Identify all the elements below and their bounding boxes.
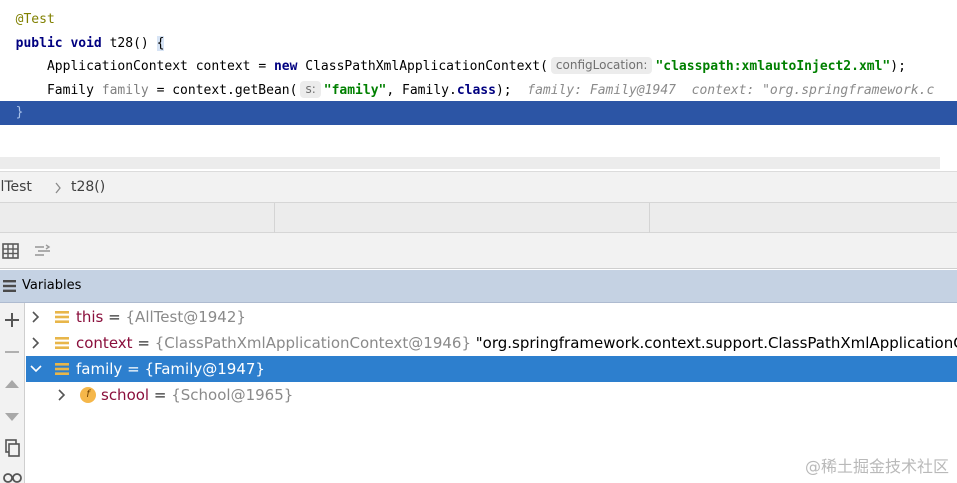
equals-sign: = — [108, 308, 121, 326]
variable-type: {School@1965} — [171, 386, 294, 404]
variable-name: this — [76, 308, 104, 326]
code-editor[interactable]: @Test public void t28() { ApplicationCon… — [0, 0, 957, 157]
close-brace: } — [15, 105, 24, 120]
chevron-right-icon[interactable] — [29, 336, 43, 350]
object-icon — [55, 337, 69, 349]
variables-title: Variables — [22, 278, 82, 293]
equals-sign: = — [127, 360, 140, 378]
constructor-call: ClassPathXmlApplicationContext( — [305, 59, 548, 74]
object-icon — [55, 363, 69, 375]
breadcrumb: AllTest t28() — [0, 171, 957, 202]
strip-cell-3[interactable] — [650, 203, 957, 233]
variable-value: "org.springframework.context.support.Cla… — [475, 334, 957, 352]
variables-side-toolbar — [0, 303, 25, 483]
chevron-right-icon[interactable] — [29, 310, 43, 324]
method-name: t28() — [109, 36, 149, 51]
family-class-ref: , Family. — [386, 83, 457, 98]
variable-type: {Family@1947} — [144, 360, 265, 378]
code-line-4: Family family = context.getBean(s: "famil… — [0, 79, 957, 102]
breadcrumb-method[interactable]: t28() — [71, 179, 105, 195]
editor-horizontal-scrollbar[interactable] — [0, 157, 940, 169]
strip-cell-1[interactable] — [0, 203, 275, 233]
test-annotation: @Test — [15, 12, 55, 27]
execution-line: } — [0, 101, 957, 125]
type-application-context: ApplicationContext — [46, 59, 188, 74]
variable-row-context[interactable]: context = {ClassPathXmlApplicationContex… — [26, 330, 957, 356]
debug-frames-strip — [0, 202, 957, 233]
variable-type: {AllTest@1942} — [125, 308, 246, 326]
arrow-up-icon[interactable] — [1, 373, 23, 395]
keyword-class: class — [456, 83, 496, 98]
debug-toolbar — [0, 233, 957, 269]
string-config-path: "classpath:xmlautoInject2.xml" — [655, 59, 891, 74]
field-icon: f — [80, 387, 96, 403]
arrow-down-icon[interactable] — [1, 405, 23, 427]
copy-icon[interactable] — [1, 437, 23, 459]
threads-icon[interactable] — [33, 241, 53, 261]
string-family: "family" — [323, 83, 387, 98]
chevron-down-icon[interactable] — [29, 362, 43, 376]
var-context: context — [195, 59, 251, 74]
minus-icon[interactable] — [1, 341, 23, 363]
param-hint-config-location: configLocation: — [550, 57, 653, 74]
variable-row-school[interactable]: f school = {School@1965} — [26, 382, 957, 408]
open-brace: { — [156, 36, 165, 51]
variables-panel-header: Variables — [0, 270, 957, 303]
chevron-right-icon — [55, 182, 61, 194]
menu-icon[interactable] — [3, 280, 16, 292]
statement-end: ); — [890, 59, 906, 74]
statement-end: ); — [495, 83, 512, 98]
variable-name: family — [76, 360, 123, 378]
object-icon — [55, 311, 69, 323]
assign-operator: = — [258, 59, 267, 74]
keyword-new: new — [273, 59, 298, 74]
keyword-public: public — [15, 36, 63, 51]
variable-type: {ClassPathXmlApplicationContext@1946} — [154, 334, 471, 352]
watermark: @稀土掘金技术社区 — [804, 457, 949, 476]
variable-name: context — [76, 334, 133, 352]
code-line-3: ApplicationContext context = new ClassPa… — [0, 55, 957, 78]
param-hint-s: s: — [300, 81, 321, 98]
glasses-icon[interactable] — [1, 467, 23, 483]
code-line-1: @Test — [0, 8, 957, 31]
equals-sign: = — [137, 334, 150, 352]
getbean-call: = context.getBean( — [156, 83, 298, 98]
inline-value-context: context: "org.springframework.c — [691, 83, 935, 98]
breadcrumb-class[interactable]: AllTest — [0, 179, 32, 195]
chevron-right-icon[interactable] — [55, 388, 69, 402]
variable-row-this[interactable]: this = {AllTest@1942} — [26, 304, 957, 330]
variable-row-family[interactable]: family = {Family@1947} — [26, 356, 957, 382]
inline-value-family: family: Family@1947 — [527, 83, 676, 98]
type-family: Family — [46, 83, 94, 98]
equals-sign: = — [153, 386, 167, 404]
variable-name: school — [101, 386, 150, 404]
plus-icon[interactable] — [1, 309, 23, 331]
keyword-void: void — [70, 36, 102, 51]
var-family: family — [101, 83, 149, 98]
table-view-icon[interactable] — [1, 241, 21, 261]
strip-cell-2[interactable] — [275, 203, 650, 233]
code-line-2: public void t28() { — [0, 32, 957, 55]
